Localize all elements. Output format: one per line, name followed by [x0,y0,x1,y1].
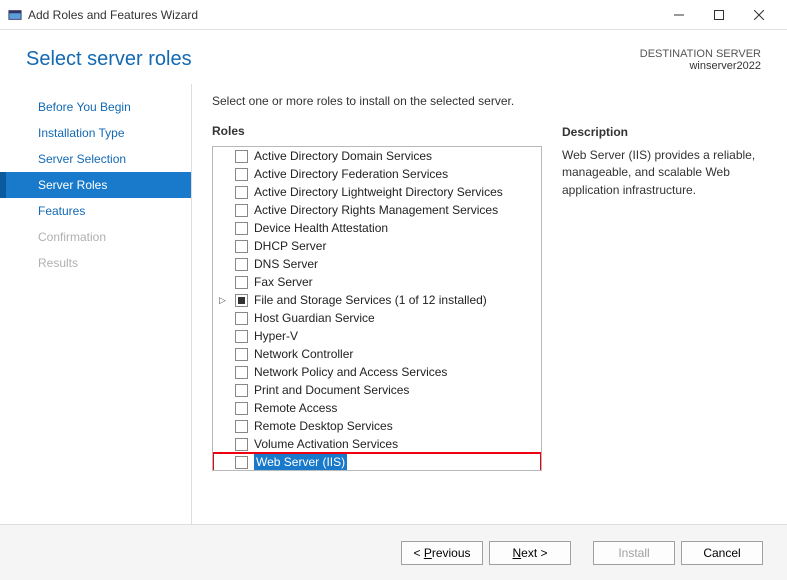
role-label: Network Policy and Access Services [254,364,447,380]
role-label: Hyper-V [254,328,298,344]
role-item[interactable]: DNS Server [213,255,541,273]
role-checkbox[interactable] [235,276,248,289]
description-text: Web Server (IIS) provides a reliable, ma… [562,147,765,199]
role-item[interactable]: Device Health Attestation [213,219,541,237]
role-checkbox[interactable] [235,294,248,307]
role-item[interactable]: Fax Server [213,273,541,291]
role-item[interactable]: Print and Document Services [213,381,541,399]
close-button[interactable] [739,1,779,29]
page-title: Select server roles [26,48,192,71]
role-item[interactable]: Web Server (IIS) [213,453,541,470]
nav-step-confirmation: Confirmation [0,224,191,250]
minimize-button[interactable] [659,1,699,29]
role-label: DNS Server [254,256,318,272]
role-label: Host Guardian Service [254,310,375,326]
role-item[interactable]: Host Guardian Service [213,309,541,327]
role-checkbox[interactable] [235,420,248,433]
role-label: Volume Activation Services [254,436,398,452]
role-label: Fax Server [254,274,313,290]
titlebar: Add Roles and Features Wizard [0,0,787,30]
role-checkbox[interactable] [235,204,248,217]
role-label: Print and Document Services [254,382,409,398]
role-label: Active Directory Rights Management Servi… [254,202,498,218]
wizard-nav: Before You BeginInstallation TypeServer … [0,84,192,524]
role-label: Network Controller [254,346,353,362]
description-heading: Description [562,125,765,139]
roles-list[interactable]: Active Directory Domain Services Active D… [212,146,542,471]
nav-step-server-selection[interactable]: Server Selection [0,146,191,172]
role-checkbox[interactable] [235,150,248,163]
role-item[interactable]: Hyper-V [213,327,541,345]
role-checkbox[interactable] [235,402,248,415]
role-item[interactable]: Remote Desktop Services [213,417,541,435]
role-checkbox[interactable] [235,438,248,451]
role-item[interactable]: DHCP Server [213,237,541,255]
nav-step-features[interactable]: Features [0,198,191,224]
roles-heading: Roles [212,124,542,138]
role-item[interactable]: Network Controller [213,345,541,363]
role-item[interactable]: Remote Access [213,399,541,417]
maximize-button[interactable] [699,1,739,29]
next-button[interactable]: Next > [489,541,571,565]
role-item[interactable]: Active Directory Federation Services [213,165,541,183]
role-checkbox[interactable] [235,456,248,469]
role-checkbox[interactable] [235,240,248,253]
role-label: DHCP Server [254,238,326,254]
role-item[interactable]: Active Directory Domain Services [213,147,541,165]
destination-server: winserver2022 [640,60,761,72]
role-item[interactable]: Active Directory Lightweight Directory S… [213,183,541,201]
role-item[interactable]: Volume Activation Services [213,435,541,453]
nav-step-before-you-begin[interactable]: Before You Begin [0,94,191,120]
footer: < Previous Next > Install Cancel [0,524,787,580]
role-checkbox[interactable] [235,258,248,271]
window-title: Add Roles and Features Wizard [28,8,659,22]
role-label: Active Directory Lightweight Directory S… [254,184,503,200]
role-checkbox[interactable] [235,384,248,397]
destination-label: DESTINATION SERVER [640,48,761,60]
nav-step-server-roles[interactable]: Server Roles [0,172,191,198]
nav-step-results: Results [0,250,191,276]
role-checkbox[interactable] [235,348,248,361]
role-label: File and Storage Services (1 of 12 insta… [254,292,487,308]
role-label: Remote Desktop Services [254,418,393,434]
role-item[interactable]: Network Policy and Access Services [213,363,541,381]
role-label: Device Health Attestation [254,220,388,236]
role-checkbox[interactable] [235,168,248,181]
nav-step-installation-type[interactable]: Installation Type [0,120,191,146]
destination-info: DESTINATION SERVER winserver2022 [640,48,761,72]
wizard-icon [8,8,22,22]
role-item[interactable]: Active Directory Rights Management Servi… [213,201,541,219]
role-item[interactable]: ▷ File and Storage Services (1 of 12 inst… [213,291,541,309]
role-label: Remote Access [254,400,337,416]
role-label: Active Directory Federation Services [254,166,448,182]
role-checkbox[interactable] [235,330,248,343]
role-checkbox[interactable] [235,222,248,235]
previous-button[interactable]: < Previous [401,541,483,565]
instruction-text: Select one or more roles to install on t… [212,94,542,108]
expand-icon[interactable]: ▷ [219,292,229,308]
role-label: Web Server (IIS) [254,454,347,470]
role-checkbox[interactable] [235,186,248,199]
role-checkbox[interactable] [235,366,248,379]
cancel-button[interactable]: Cancel [681,541,763,565]
role-checkbox[interactable] [235,312,248,325]
install-button: Install [593,541,675,565]
role-label: Active Directory Domain Services [254,148,432,164]
header: Select server roles DESTINATION SERVER w… [0,30,787,84]
